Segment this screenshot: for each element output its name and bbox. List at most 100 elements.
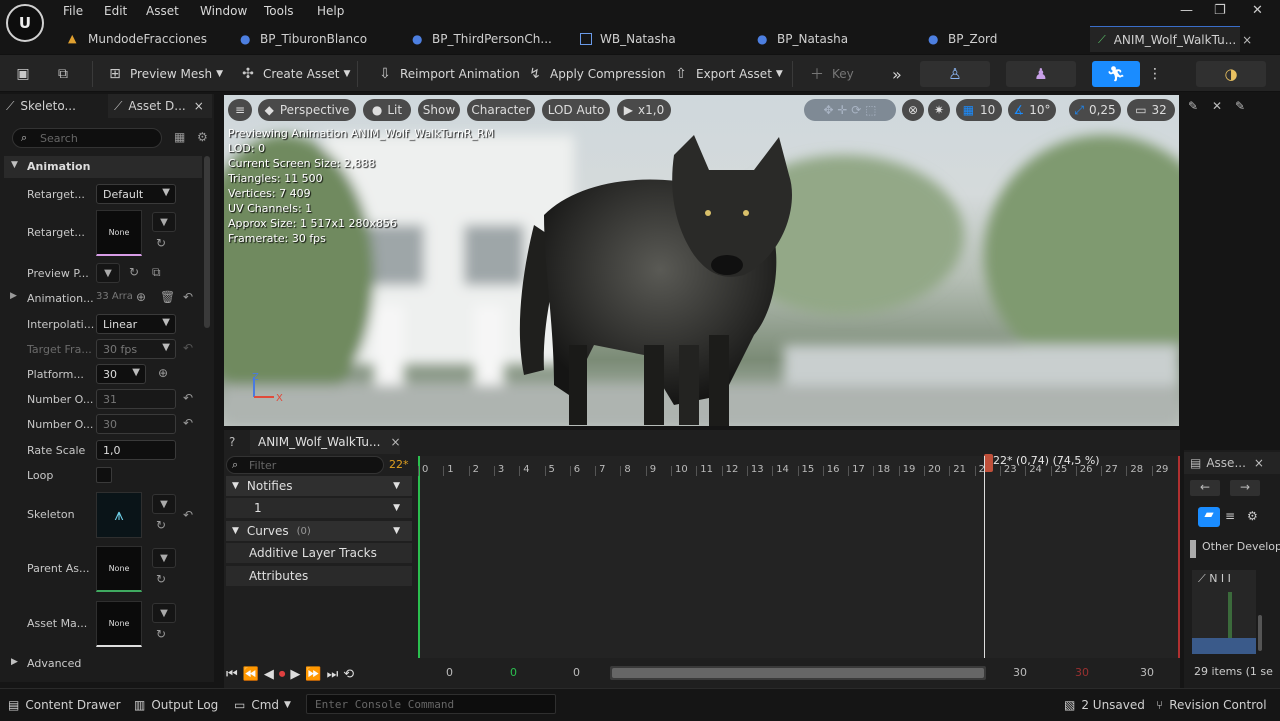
loop-icon[interactable]: ⟲ bbox=[343, 667, 354, 682]
scrollbar[interactable] bbox=[204, 156, 210, 328]
minimize-icon[interactable]: — bbox=[1180, 3, 1193, 18]
skeleton-thumbnail[interactable]: ⩚ bbox=[96, 492, 142, 538]
reset-arrow-icon[interactable]: ↶ bbox=[183, 508, 193, 522]
unsaved-button[interactable]: ▧ 2 Unsaved bbox=[1064, 689, 1145, 721]
timeline-range-scrollbar[interactable] bbox=[610, 666, 986, 680]
tab-mundodefracciones[interactable]: ▲ MundodeFracciones bbox=[68, 26, 207, 52]
asset-picker-combo[interactable]: ▼ bbox=[152, 494, 176, 514]
brush-icon[interactable]: ✎ bbox=[1235, 99, 1245, 113]
dropdown-icon[interactable]: ▼ bbox=[393, 481, 400, 491]
close-tab-icon[interactable]: × bbox=[390, 435, 400, 449]
working-range-start[interactable]: 0 bbox=[573, 666, 580, 679]
menu-asset[interactable]: Asset bbox=[146, 4, 179, 18]
rotation-snap-button[interactable]: ∡ 10° bbox=[1008, 99, 1056, 121]
table-view-icon[interactable]: ▦ bbox=[174, 130, 185, 144]
close-tab-icon[interactable]: × bbox=[1242, 33, 1252, 47]
menu-tools[interactable]: Tools bbox=[264, 4, 294, 18]
step-back-icon[interactable]: ⏪ bbox=[243, 667, 259, 682]
viewport-menu-button[interactable]: ≡ bbox=[228, 99, 252, 121]
filter-icon[interactable]: ≡ bbox=[1225, 509, 1235, 523]
surface-snap-icon[interactable]: ✷ bbox=[928, 99, 950, 121]
folder-icon[interactable]: ▰ bbox=[1198, 507, 1220, 527]
asset-picker-combo[interactable]: ▼ bbox=[152, 212, 176, 232]
transform-tools-group[interactable]: ✥ ✛ ⟳ ⬚ bbox=[804, 99, 896, 121]
revision-control-button[interactable]: ⑂ Revision Control bbox=[1156, 689, 1267, 721]
close-window-icon[interactable]: ✕ bbox=[1252, 3, 1263, 18]
scale-snap-button[interactable]: ⤢ 0,25 bbox=[1069, 99, 1121, 121]
tab-bp-natasha[interactable]: ● BP_Natasha bbox=[757, 26, 848, 52]
scrollbar-thumb[interactable] bbox=[612, 668, 984, 678]
save-button[interactable]: ▣ bbox=[14, 55, 38, 93]
notifies-track[interactable]: ▼ Notifies ▼ bbox=[226, 476, 412, 496]
lod-auto-button[interactable]: LOD Auto bbox=[542, 99, 610, 121]
attributes-track[interactable]: Attributes bbox=[226, 566, 412, 586]
asset-picker-combo[interactable]: ▼ bbox=[152, 548, 176, 568]
selected-asset-row[interactable] bbox=[1192, 638, 1256, 654]
content-drawer-button[interactable]: ▤ Content Drawer bbox=[8, 689, 121, 721]
key-button[interactable]: ＋ Key bbox=[808, 55, 854, 93]
tab-skeleton-tree[interactable]: ⟋ Skeleto... bbox=[6, 94, 106, 118]
retarget-source-combo[interactable]: Default ▼ bbox=[96, 184, 176, 204]
reset-arrow-icon[interactable]: ↶ bbox=[183, 290, 193, 304]
record-icon[interactable]: ⏺ bbox=[279, 667, 286, 682]
play-icon[interactable]: ▶ bbox=[290, 667, 300, 682]
close-tab-icon[interactable]: × bbox=[194, 99, 204, 113]
grid-snap-button[interactable]: ▦ 10 bbox=[956, 99, 1002, 121]
reset-icon[interactable]: ↻ bbox=[156, 572, 166, 586]
apply-compression-button[interactable]: ↯ Apply Compression bbox=[526, 55, 665, 93]
menu-file[interactable]: File bbox=[63, 4, 83, 18]
browse-asset-icon[interactable]: ⧉ bbox=[152, 265, 161, 280]
loop-checkbox[interactable] bbox=[96, 467, 112, 483]
back-arrow-icon[interactable]: ← bbox=[1190, 480, 1220, 496]
brush-icon[interactable]: ✎ bbox=[1188, 99, 1198, 113]
filter-input[interactable]: ⌕ Filter bbox=[226, 456, 384, 474]
animation-mode-button[interactable]: 🏃︎ bbox=[1092, 61, 1140, 87]
asset-thumbnail-grid[interactable]: ⟋ N I I bbox=[1192, 570, 1256, 654]
rate-scale-field[interactable]: 1,0 bbox=[96, 440, 176, 460]
tab-bp-zord[interactable]: ● BP_Zord bbox=[928, 26, 997, 52]
working-range-end[interactable]: 30 bbox=[1140, 666, 1154, 679]
maximize-icon[interactable]: ❐ bbox=[1214, 3, 1226, 18]
playback-speed-button[interactable]: ▶ x1,0 bbox=[617, 99, 671, 121]
view-range-start[interactable]: 0 bbox=[446, 666, 453, 679]
close-tab-icon[interactable]: × bbox=[1254, 456, 1264, 470]
retarget-asset-thumbnail[interactable]: None bbox=[96, 210, 142, 256]
tab-bp-thirdpersonch[interactable]: ● BP_ThirdPersonCh... bbox=[412, 26, 552, 52]
asset-mapping-thumbnail[interactable]: None bbox=[96, 601, 142, 647]
trash-icon[interactable]: 🗑︎ bbox=[160, 290, 175, 304]
dropdown-icon[interactable]: ▼ bbox=[393, 526, 400, 536]
tab-asset-details[interactable]: ⟋ Asset D... × bbox=[108, 94, 212, 118]
forward-arrow-icon[interactable]: → bbox=[1230, 480, 1260, 496]
curves-track[interactable]: ▼ Curves (0) ▼ bbox=[226, 521, 412, 541]
settings-gear-icon[interactable]: ⚙ bbox=[1247, 509, 1258, 523]
reimport-animation-button[interactable]: ⇩ Reimport Animation bbox=[376, 55, 520, 93]
chevron-right-icon[interactable]: ▶ bbox=[10, 291, 17, 301]
animation-section-header[interactable]: ▼ Animation bbox=[4, 156, 202, 178]
menu-help[interactable]: Help bbox=[317, 4, 344, 18]
playback-range-end[interactable]: 30 bbox=[1075, 666, 1089, 679]
reset-icon[interactable]: ↻ bbox=[156, 236, 166, 250]
help-icon[interactable]: ? bbox=[229, 435, 235, 449]
tab-anim-wolf-walkturn[interactable]: ⟋ ANIM_Wolf_WalkTu... × bbox=[1090, 26, 1252, 52]
step-forward-icon[interactable]: ⏩ bbox=[305, 667, 321, 682]
reset-icon[interactable]: ↻ bbox=[156, 518, 166, 532]
output-log-button[interactable]: ▥ Output Log bbox=[134, 689, 218, 721]
skeleton-mode-button[interactable]: ♙ bbox=[920, 61, 990, 87]
parent-asset-thumbnail[interactable]: None bbox=[96, 546, 142, 592]
unreal-logo-icon[interactable]: U bbox=[6, 4, 44, 42]
character-button[interactable]: Character bbox=[467, 99, 535, 121]
platform-combo[interactable]: 30 ▼ bbox=[96, 364, 146, 384]
notify-track-1[interactable]: 1 ▼ bbox=[226, 498, 412, 518]
lit-button[interactable]: ● Lit bbox=[363, 99, 411, 121]
skip-to-end-icon[interactable]: ⏭ bbox=[327, 667, 339, 682]
menu-window[interactable]: Window bbox=[200, 4, 247, 18]
preview-viewport[interactable]: Z X ≡ ◆ Perspective ● Lit Show Character L… bbox=[224, 95, 1179, 426]
tab-bp-tiburonblanco[interactable]: ● BP_TiburonBlanco bbox=[240, 26, 367, 52]
interpolation-combo[interactable]: Linear ▼ bbox=[96, 314, 176, 334]
menu-edit[interactable]: Edit bbox=[104, 4, 127, 18]
tab-anim-timeline[interactable]: ANIM_Wolf_WalkTu... × bbox=[250, 430, 401, 454]
mesh-mode-button[interactable]: ♟ bbox=[1006, 61, 1076, 87]
preview-mesh-button[interactable]: ⊞ Preview Mesh ▼ bbox=[106, 55, 223, 93]
asset-picker-combo[interactable]: ▼ bbox=[152, 603, 176, 623]
console-command-input[interactable]: Enter Console Command bbox=[306, 694, 556, 714]
